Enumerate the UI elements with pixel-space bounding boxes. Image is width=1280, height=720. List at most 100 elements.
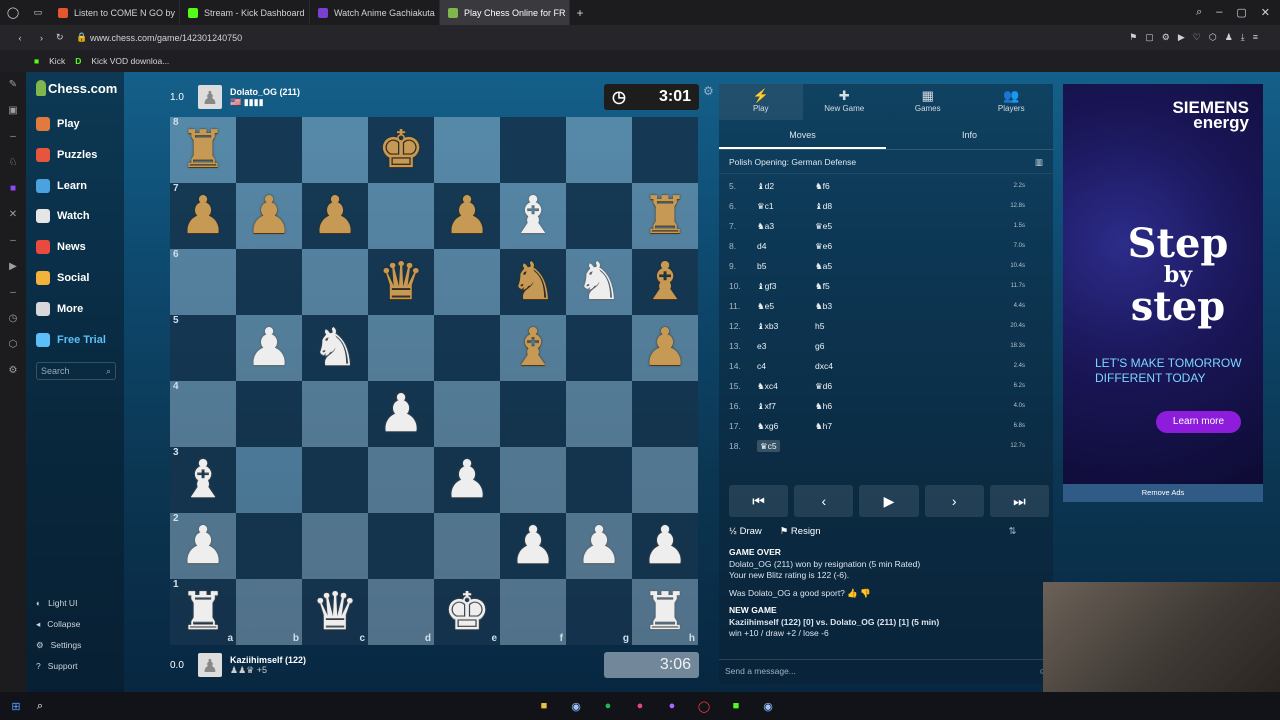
minimize-icon[interactable]: – [1216, 6, 1222, 19]
square-e2[interactable] [434, 513, 500, 579]
square-d8[interactable]: ♚ [368, 117, 434, 183]
white-move[interactable]: ♞a3 [757, 221, 774, 231]
steam-icon[interactable]: ◉ [564, 695, 588, 717]
white-move[interactable]: ♝xb3 [757, 321, 778, 331]
black-pawn-icon[interactable]: ♟ [180, 190, 227, 242]
square-e1[interactable]: e ♚ [434, 579, 500, 645]
history-icon[interactable]: ◷ [0, 306, 26, 332]
spotify-icon[interactable]: ● [596, 695, 620, 717]
square-h4[interactable] [632, 381, 698, 447]
previous-move-button[interactable]: ‹ [794, 485, 854, 517]
white-pawn-icon[interactable]: ♟ [642, 520, 689, 572]
sidebar-icon-4[interactable]: ♘ [0, 150, 26, 176]
white-pawn-icon[interactable]: ♟ [510, 520, 557, 572]
square-d1[interactable]: d [368, 579, 434, 645]
forward-icon[interactable]: › [40, 33, 56, 43]
black-move[interactable]: ♞f5 [815, 281, 830, 291]
white-pawn-icon[interactable]: ♟ [378, 388, 425, 440]
kick-taskbar-icon[interactable]: ■ [724, 695, 748, 717]
square-c4[interactable] [302, 381, 368, 447]
square-a5[interactable]: 5 [170, 315, 236, 381]
light-ui-button[interactable]: ◐ Light UI [36, 595, 124, 611]
support-button[interactable]: ? Support [36, 658, 124, 674]
square-f4[interactable] [500, 381, 566, 447]
square-e4[interactable] [434, 381, 500, 447]
bottom-player-name[interactable]: Kaziihimself (122) [230, 655, 306, 665]
square-e6[interactable] [434, 249, 500, 315]
siemens-ad[interactable]: SIEMENS energy Step by step LET'S MAKE TO… [1063, 84, 1263, 484]
square-a2[interactable]: 2 ♟ [170, 513, 236, 579]
close-window-icon[interactable]: ✕ [1261, 6, 1270, 19]
square-b6[interactable] [236, 249, 302, 315]
black-move[interactable]: ♛e6 [815, 241, 832, 251]
black-move[interactable]: ♛e5 [815, 221, 832, 231]
square-c3[interactable] [302, 447, 368, 513]
square-g1[interactable]: g [566, 579, 632, 645]
discord-icon[interactable]: ● [660, 695, 684, 717]
white-bishop-icon[interactable]: ♝ [510, 190, 557, 242]
white-king-icon[interactable]: ♚ [444, 586, 491, 638]
black-move[interactable]: ♞a5 [815, 261, 832, 271]
square-a8[interactable]: 8 ♜ [170, 117, 236, 183]
black-move[interactable]: g6 [815, 341, 824, 351]
first-move-button[interactable]: ⏮ [729, 485, 789, 517]
black-move[interactable]: ♛d6 [815, 381, 832, 391]
panel-tab-play[interactable]: ⚡ Play [719, 84, 803, 120]
maximize-icon[interactable]: ▢ [1236, 6, 1246, 19]
square-d2[interactable] [368, 513, 434, 579]
nav-item-play[interactable]: Play [36, 113, 122, 135]
remove-ads-button[interactable]: Remove Ads [1063, 484, 1263, 502]
cube-icon[interactable]: ⬡ [0, 332, 26, 358]
opera-taskbar-icon[interactable]: ◯ [692, 695, 716, 717]
square-a1[interactable]: 1 a ♜ [170, 579, 236, 645]
black-knight-icon[interactable]: ♞ [510, 256, 557, 308]
file-explorer-icon[interactable]: ■ [532, 695, 556, 717]
nav-item-news[interactable]: News [36, 236, 122, 258]
black-bishop-icon[interactable]: ♝ [510, 322, 557, 374]
nav-item-social[interactable]: Social [36, 267, 122, 289]
chat-input[interactable]: Send a message...☺ [719, 659, 1053, 681]
square-f8[interactable] [500, 117, 566, 183]
square-f1[interactable]: f [500, 579, 566, 645]
square-d5[interactable] [368, 315, 434, 381]
taskbar-search-icon[interactable]: ⌕ [28, 695, 52, 717]
sidebar-icon-8[interactable]: ▶ [0, 254, 26, 280]
new-tab-icon[interactable]: + [570, 6, 590, 20]
white-move[interactable]: e3 [757, 341, 766, 351]
square-d7[interactable] [368, 183, 434, 249]
sidebar-icon-7[interactable]: – [0, 228, 26, 254]
white-move[interactable]: ♛c5 [757, 439, 780, 452]
square-c1[interactable]: c ♛ [302, 579, 368, 645]
square-f7[interactable]: ♝ [500, 183, 566, 249]
square-d4[interactable]: ♟ [368, 381, 434, 447]
white-rook-icon[interactable]: ♜ [642, 586, 689, 638]
white-move[interactable]: b5 [757, 261, 766, 271]
search-icon[interactable]: ⌕ [106, 366, 111, 377]
black-queen-icon[interactable]: ♛ [378, 256, 425, 308]
white-move[interactable]: ♞e5 [757, 301, 774, 311]
square-g3[interactable] [566, 447, 632, 513]
app-icon-pink[interactable]: ● [628, 695, 652, 717]
board-settings-gear-icon[interactable]: ⚙ [703, 84, 714, 98]
opera-menu-icon[interactable]: ◯ [0, 6, 26, 19]
book-icon[interactable]: ▥ [1035, 157, 1043, 168]
black-rook-icon[interactable]: ♜ [642, 190, 689, 242]
reload-icon[interactable]: ↻ [56, 32, 76, 43]
white-move[interactable]: ♞xg6 [757, 421, 778, 431]
square-b8[interactable] [236, 117, 302, 183]
square-e7[interactable]: ♟ [434, 183, 500, 249]
square-g7[interactable] [566, 183, 632, 249]
square-c2[interactable] [302, 513, 368, 579]
play-moves-button[interactable]: ▶ [859, 485, 919, 517]
sidebar-icon-9[interactable]: – [0, 280, 26, 306]
square-b7[interactable]: ♟ [236, 183, 302, 249]
square-h5[interactable]: ♟ [632, 315, 698, 381]
black-move[interactable]: ♞b3 [815, 301, 832, 311]
square-b5[interactable]: ♟ [236, 315, 302, 381]
white-pawn-icon[interactable]: ♟ [444, 454, 491, 506]
tab-moves[interactable]: Moves [719, 120, 886, 149]
tab-list-icon[interactable]: ▭ [26, 7, 50, 18]
browser-tab[interactable]: Listen to COME N GO by [50, 0, 180, 25]
white-pawn-icon[interactable]: ♟ [180, 520, 227, 572]
black-move[interactable]: ♞h7 [815, 421, 832, 431]
